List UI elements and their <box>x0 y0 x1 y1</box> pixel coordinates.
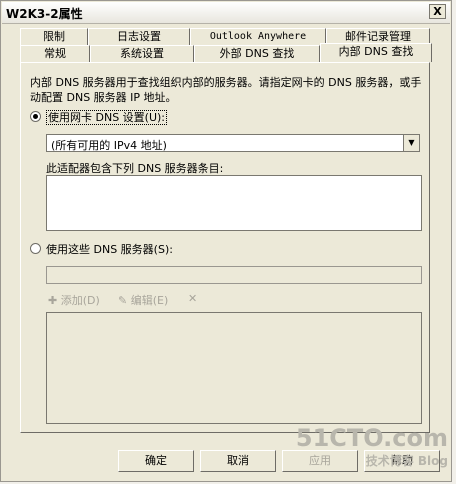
tab-outlook-anywhere[interactable]: Outlook Anywhere <box>190 28 326 45</box>
dns-server-input[interactable] <box>46 266 422 284</box>
watermark-logo: 51CTO.com <box>295 424 448 452</box>
cancel-button[interactable]: 取消 <box>200 450 276 472</box>
tab-limits[interactable]: 限制 <box>20 28 88 45</box>
add-button[interactable]: ✚ 添加(D) <box>48 292 100 308</box>
adapter-dns-list[interactable] <box>46 175 422 231</box>
edit-button[interactable]: ✎ 编辑(E) <box>118 292 168 308</box>
tab-external-dns[interactable]: 外部 DNS 查找 <box>194 45 320 62</box>
pencil-icon: ✎ <box>118 294 128 307</box>
apply-button[interactable]: 应用 <box>282 450 358 472</box>
radio-use-these-dns-label[interactable]: 使用这些 DNS 服务器(S): <box>46 241 173 257</box>
title-bar: W2K3-2属性 X <box>2 2 450 24</box>
tab-log-settings[interactable]: 日志设置 <box>88 28 190 45</box>
dns-server-list[interactable] <box>46 312 422 424</box>
tab-internal-dns[interactable]: 内部 DNS 查找 <box>320 43 432 62</box>
delete-button[interactable]: ✕ <box>188 292 197 305</box>
close-button[interactable]: X <box>429 4 446 19</box>
tab-general[interactable]: 常规 <box>20 45 90 62</box>
tab-system-settings[interactable]: 系统设置 <box>90 45 194 62</box>
ok-button[interactable]: 确定 <box>118 450 194 472</box>
radio-use-adapter-dns[interactable] <box>30 111 41 122</box>
radio-selected-dot <box>33 114 38 119</box>
chevron-down-icon[interactable]: ▼ <box>403 135 419 151</box>
radio-use-these-dns[interactable] <box>30 243 41 254</box>
adapter-dns-list-label: 此适配器包含下列 DNS 服务器条目: <box>46 162 224 175</box>
watermark-subtitle: 技术博客 Blog <box>365 454 448 468</box>
delete-icon: ✕ <box>188 292 198 305</box>
adapter-select[interactable]: (所有可用的 IPv4 地址) ▼ <box>46 134 420 152</box>
window-title: W2K3-2属性 <box>6 7 83 21</box>
plus-icon: ✚ <box>48 294 58 307</box>
description-text: 内部 DNS 服务器用于查找组织内部的服务器。请指定网卡的 DNS 服务器，或手… <box>30 76 422 104</box>
adapter-select-value: (所有可用的 IPv4 地址) <box>51 139 167 152</box>
radio-use-adapter-dns-label[interactable]: 使用网卡 DNS 设置(U): <box>46 109 168 125</box>
